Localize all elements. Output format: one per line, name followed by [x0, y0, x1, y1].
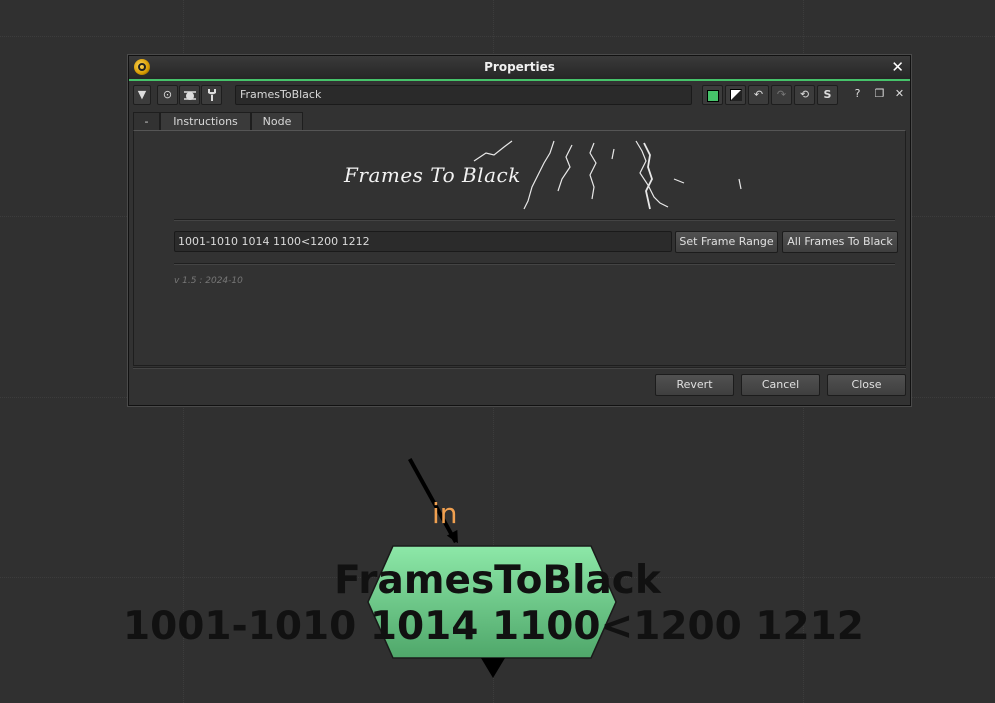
help-icon[interactable]: ?: [847, 85, 868, 105]
redo-icon[interactable]: ↷: [771, 85, 792, 105]
knob-panel: Frames To Black 1001-1010 1014 1100<1200…: [133, 130, 906, 366]
properties-toolbar: ▼ ⊙ FramesToBlack ↶ ↷ ⟲ S ? ❐ ✕: [133, 83, 906, 107]
tab-dash[interactable]: -: [133, 112, 160, 131]
collapse-icon[interactable]: ▼: [133, 85, 151, 105]
divider: [174, 219, 895, 221]
set-frame-range-button[interactable]: Set Frame Range: [675, 231, 778, 253]
close-window-icon[interactable]: ✕: [891, 58, 904, 76]
tab-instructions[interactable]: Instructions: [160, 112, 251, 131]
viewer-icon[interactable]: ⊙: [157, 85, 178, 105]
divider: [174, 263, 895, 265]
node-label: 1001-1010 1014 1100<1200 1212: [123, 604, 864, 649]
node-name-input[interactable]: FramesToBlack: [235, 85, 692, 105]
footer-divider: [133, 367, 906, 369]
node-title: FramesToBlack: [334, 558, 661, 603]
float-icon[interactable]: ❐: [869, 85, 890, 105]
title-bar[interactable]: Properties ✕: [129, 56, 910, 81]
all-frames-to-black-button[interactable]: All Frames To Black: [782, 231, 898, 253]
undo-icon[interactable]: ↶: [748, 85, 769, 105]
close-panel-icon[interactable]: ✕: [889, 85, 910, 105]
window-title: Properties: [484, 60, 555, 74]
cancel-button[interactable]: Cancel: [741, 374, 820, 396]
revert-button[interactable]: Revert: [655, 374, 734, 396]
version-label: v 1.5 : 2024-10: [174, 276, 243, 286]
frames-to-black-logo: Frames To Black: [344, 139, 754, 211]
color-swatch-icon[interactable]: [702, 85, 723, 105]
close-button[interactable]: Close: [827, 374, 906, 396]
revert-icon[interactable]: ⟲: [794, 85, 815, 105]
bug-icon[interactable]: [179, 85, 200, 105]
script-icon[interactable]: S: [817, 85, 838, 105]
output-arrow-icon[interactable]: [481, 658, 505, 678]
lightning-icon: [473, 140, 742, 210]
mask-icon[interactable]: [725, 85, 746, 105]
grid-line: [0, 36, 995, 37]
wrench-icon[interactable]: [201, 85, 222, 105]
tab-node[interactable]: Node: [251, 112, 303, 131]
properties-window: Properties ✕ ▼ ⊙ FramesToBlack ↶ ↷ ⟲ S ?…: [128, 55, 911, 406]
input-label: in: [432, 497, 458, 530]
frame-range-input[interactable]: 1001-1010 1014 1100<1200 1212: [174, 231, 672, 252]
